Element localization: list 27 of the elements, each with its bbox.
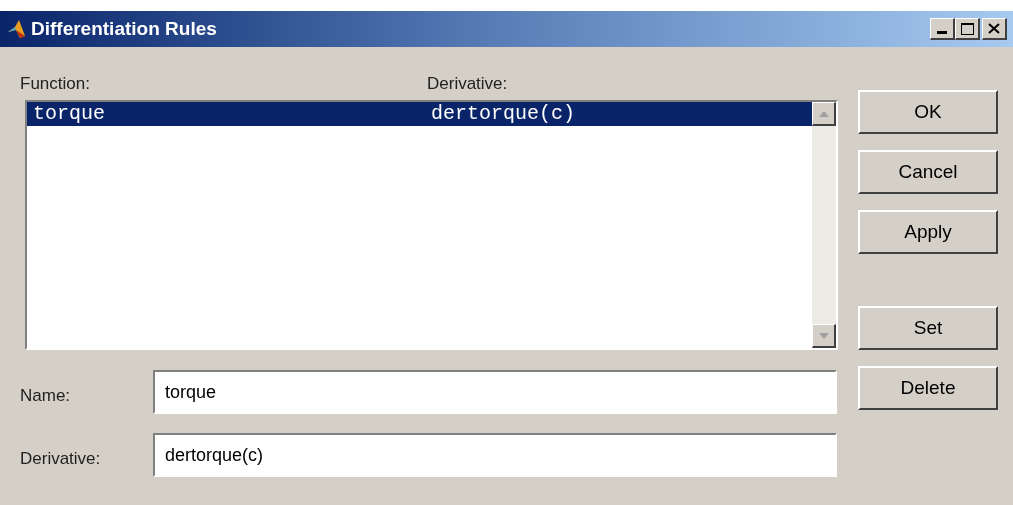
dialog-button[interactable]: Delete bbox=[858, 366, 998, 410]
minimize-icon bbox=[937, 31, 947, 34]
app-logo-icon bbox=[6, 18, 28, 40]
field-label: Derivative: bbox=[20, 448, 102, 471]
list-row[interactable]: torque dertorque(c) bbox=[27, 102, 812, 126]
scroll-up-button[interactable] bbox=[812, 102, 836, 126]
dialog-button[interactable]: Apply bbox=[858, 210, 998, 254]
dialog-button[interactable]: Set bbox=[858, 306, 998, 350]
field-label: Name: bbox=[20, 385, 72, 408]
down-arrow-icon bbox=[818, 332, 829, 339]
up-arrow-icon bbox=[818, 110, 829, 117]
scroll-down-button[interactable] bbox=[812, 324, 836, 348]
column-header: Function: bbox=[20, 73, 91, 96]
scrollbar[interactable] bbox=[812, 102, 836, 348]
close-icon bbox=[988, 23, 1000, 34]
function-cell-text: torque bbox=[33, 101, 106, 127]
dialog-button[interactable]: OK bbox=[858, 90, 998, 134]
minimize-button[interactable] bbox=[930, 18, 955, 40]
maximize-icon bbox=[960, 22, 974, 35]
text-field[interactable]: torque bbox=[153, 370, 837, 414]
close-button[interactable] bbox=[982, 18, 1007, 40]
text-field[interactable]: dertorque(c) bbox=[153, 433, 837, 477]
derivative-cell-text: dertorque(c) bbox=[431, 101, 576, 127]
dialog-button[interactable]: Cancel bbox=[858, 150, 998, 194]
window-title: Differentiation Rules bbox=[31, 16, 217, 41]
column-header: Derivative: bbox=[427, 73, 509, 96]
maximize-button[interactable] bbox=[955, 18, 980, 40]
